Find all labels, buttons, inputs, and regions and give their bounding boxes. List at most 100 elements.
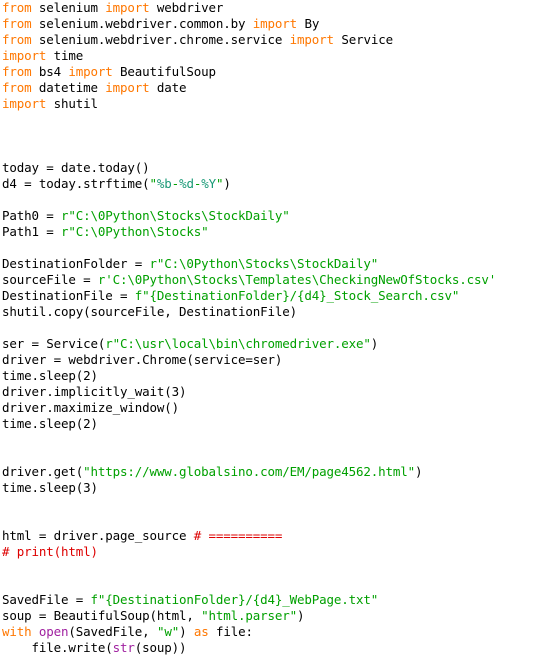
code-line: Path0 = r"C:\0Python\Stocks\StockDaily" — [0, 208, 536, 224]
code-line: from selenium.webdriver.chrome.service i… — [0, 32, 536, 48]
code-token-plain: DestinationFolder = — [2, 256, 150, 271]
code-token-kw: with — [2, 624, 32, 639]
code-token-kw: import — [289, 32, 334, 47]
code-token-bi: open — [38, 624, 69, 639]
code-token-kw: from — [2, 0, 32, 15]
code-token-plain: shutil.copy(sourceFile, DestinationFile) — [2, 304, 298, 319]
code-token-plain: (SavedFile, — [68, 624, 157, 639]
code-token-com: # ========== — [193, 528, 283, 543]
code-token-kw: import — [105, 80, 150, 95]
code-token-plain: selenium.webdriver.common.by — [31, 16, 253, 31]
code-token-plain: today = date.today() — [2, 160, 150, 175]
code-token-plain: ser = Service( — [2, 336, 106, 351]
code-line: SavedFile = f"{DestinationFolder}/{d4}_W… — [0, 592, 536, 608]
code-token-plain: bs4 — [31, 64, 69, 79]
code-token-str: r"C:\0Python\Stocks\StockDaily" — [149, 256, 379, 271]
code-token-plain: driver.get( — [2, 464, 84, 479]
code-line: time.sleep(2) — [0, 416, 536, 432]
code-token-plain: selenium.webdriver.chrome.service — [31, 32, 290, 47]
code-line: soup = BeautifulSoup(html, "html.parser"… — [0, 608, 536, 624]
code-token-plain: selenium — [31, 0, 106, 15]
code-line: file.write(str(soup)) — [0, 640, 536, 656]
code-token-kw: from — [2, 16, 32, 31]
code-token-plain: ) — [415, 464, 423, 479]
code-line: from selenium import webdriver — [0, 0, 536, 16]
code-token-plain: file.write( — [2, 640, 113, 655]
code-token-kw: from — [2, 80, 32, 95]
code-line: import shutil — [0, 96, 536, 112]
code-line: time.sleep(3) — [0, 480, 536, 496]
code-token-plain: Path0 = — [2, 208, 62, 223]
code-token-plain: driver.maximize_window() — [2, 400, 180, 415]
code-line: html = driver.page_source # ========== — [0, 528, 536, 544]
code-token-com: # print(html) — [2, 544, 98, 559]
code-line: from bs4 import BeautifulSoup — [0, 64, 536, 80]
code-line: driver = webdriver.Chrome(service=ser) — [0, 352, 536, 368]
code-token-plain: time — [46, 48, 84, 63]
code-token-plain: Path1 = — [2, 224, 62, 239]
code-token-fmt: %b — [156, 176, 172, 191]
code-token-plain: time.sleep(2) — [2, 368, 98, 383]
code-line: Path1 = r"C:\0Python\Stocks" — [0, 224, 536, 240]
code-line: from datetime import date — [0, 80, 536, 96]
code-token-str: "w" — [156, 624, 180, 639]
code-line: today = date.today() — [0, 160, 536, 176]
code-token-plain: time.sleep(3) — [2, 480, 98, 495]
code-token-plain: soup = BeautifulSoup(html, — [2, 608, 202, 623]
code-token-plain: datetime — [31, 80, 106, 95]
code-line: # print(html) — [0, 544, 536, 560]
code-token-plain: d4 = today.strftime( — [2, 176, 150, 191]
code-line: DestinationFile = f"{DestinationFolder}/… — [0, 288, 536, 304]
code-token-kw: from — [2, 32, 32, 47]
code-token-str: r"C:\0Python\Stocks\StockDaily" — [61, 208, 290, 223]
code-token-str: f"{DestinationFolder}/{d4}_WebPage.txt" — [90, 592, 379, 607]
code-line: import time — [0, 48, 536, 64]
code-token-fmt: %Y — [201, 176, 216, 191]
code-token-plain: Service — [333, 32, 393, 47]
code-token-kw: as — [193, 624, 209, 639]
code-line: from selenium.webdriver.common.by import… — [0, 16, 536, 32]
code-line: d4 = today.strftime("%b-%d-%Y") — [0, 176, 536, 192]
code-token-kw: from — [2, 64, 32, 79]
code-token-str: "https://www.globalsino.com/EM/page4562.… — [83, 464, 416, 479]
code-line: DestinationFolder = r"C:\0Python\Stocks\… — [0, 256, 536, 272]
code-token-fmt: %d — [179, 176, 194, 191]
code-token-str: "html.parser" — [201, 608, 298, 623]
code-token-plain: By — [297, 16, 320, 31]
code-token-str: r"C:\0Python\Stocks" — [61, 224, 209, 239]
code-line: time.sleep(2) — [0, 368, 536, 384]
code-token-kw: import — [68, 64, 113, 79]
code-token-kw: import — [105, 0, 150, 15]
code-token-str: - — [171, 176, 180, 191]
code-editor[interactable]: from selenium import webdriver from selen… — [0, 0, 536, 655]
code-token-bi: str — [112, 640, 135, 655]
code-line: with open(SavedFile, "w") as file: — [0, 624, 536, 640]
code-token-str: f"{DestinationFolder}/{d4}_Stock_Search.… — [134, 288, 460, 303]
code-token-str: r'C:\0Python\Stocks\Templates\CheckingNe… — [97, 272, 497, 287]
code-line: ser = Service(r"C:\usr\local\bin\chromed… — [0, 336, 536, 352]
code-token-plain: driver.implicitly_wait(3) — [2, 384, 187, 399]
code-token-kw: import — [252, 16, 298, 31]
code-token-kw: import — [2, 96, 47, 111]
code-line: shutil.copy(sourceFile, DestinationFile) — [0, 304, 536, 320]
code-token-plain: shutil — [46, 96, 98, 111]
code-token-plain: driver = webdriver.Chrome(service=ser) — [2, 352, 283, 367]
code-token-plain: time.sleep(2) — [2, 416, 98, 431]
code-token-plain: (soup)) — [134, 640, 187, 655]
code-token-plain: file: — [208, 624, 253, 639]
code-token-plain: date — [149, 80, 187, 95]
code-token-str: r"C:\usr\local\bin\chromedriver.exe" — [105, 336, 371, 351]
code-token-plain: ) — [179, 624, 194, 639]
code-token-plain: sourceFile = — [2, 272, 98, 287]
